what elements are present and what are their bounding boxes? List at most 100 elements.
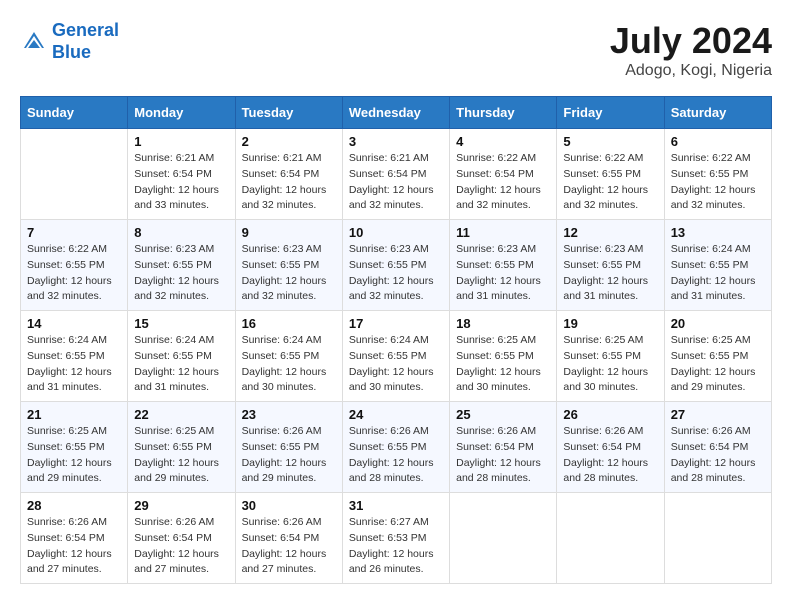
calendar-cell: 5 Sunrise: 6:22 AMSunset: 6:55 PMDaylight… (557, 129, 664, 220)
title-area: July 2024 Adogo, Kogi, Nigeria (610, 20, 772, 80)
calendar-cell: 21 Sunrise: 6:25 AMSunset: 6:55 PMDayligh… (21, 402, 128, 493)
calendar-cell: 6Sunrise: 6:22 AMSunset: 6:55 PMDaylight… (664, 129, 771, 220)
day-number: 20 (671, 316, 765, 331)
calendar-cell: 10 Sunrise: 6:23 AMSunset: 6:55 PMDayligh… (342, 220, 449, 311)
logo-text: General Blue (52, 20, 119, 63)
day-number: 28 (27, 498, 121, 513)
calendar-cell: 27Sunrise: 6:26 AMSunset: 6:54 PMDayligh… (664, 402, 771, 493)
cell-info: Sunrise: 6:26 AMSunset: 6:54 PMDaylight:… (456, 424, 550, 487)
calendar-cell: 30 Sunrise: 6:26 AMSunset: 6:54 PMDayligh… (235, 493, 342, 584)
calendar-cell: 2 Sunrise: 6:21 AMSunset: 6:54 PMDaylight… (235, 129, 342, 220)
page-container: General Blue July 2024 Adogo, Kogi, Nige… (20, 20, 772, 584)
calendar-cell (557, 493, 664, 584)
cell-info: Sunrise: 6:22 AMSunset: 6:55 PMDaylight:… (27, 242, 121, 305)
location: Adogo, Kogi, Nigeria (610, 62, 772, 80)
day-number: 17 (349, 316, 443, 331)
logo-line1: General (52, 20, 119, 40)
weekday-header-saturday: Saturday (664, 97, 771, 129)
day-number: 11 (456, 225, 550, 240)
calendar-cell: 16 Sunrise: 6:24 AMSunset: 6:55 PMDayligh… (235, 311, 342, 402)
day-number: 12 (563, 225, 657, 240)
calendar-table: SundayMondayTuesdayWednesdayThursdayFrid… (20, 96, 772, 584)
cell-info: Sunrise: 6:26 AMSunset: 6:54 PMDaylight:… (671, 424, 765, 487)
cell-info: Sunrise: 6:26 AMSunset: 6:55 PMDaylight:… (242, 424, 336, 487)
cell-info: Sunrise: 6:23 AMSunset: 6:55 PMDaylight:… (349, 242, 443, 305)
cell-info: Sunrise: 6:25 AMSunset: 6:55 PMDaylight:… (671, 333, 765, 396)
day-number: 30 (242, 498, 336, 513)
day-number: 24 (349, 407, 443, 422)
calendar-cell: 8Sunrise: 6:23 AMSunset: 6:55 PMDaylight… (128, 220, 235, 311)
cell-info: Sunrise: 6:24 AMSunset: 6:55 PMDaylight:… (134, 333, 228, 396)
calendar-cell: 4 Sunrise: 6:22 AMSunset: 6:54 PMDaylight… (450, 129, 557, 220)
week-row-3: 14 Sunrise: 6:24 AMSunset: 6:55 PMDayligh… (21, 311, 772, 402)
weekday-header-friday: Friday (557, 97, 664, 129)
calendar-cell: 25 Sunrise: 6:26 AMSunset: 6:54 PMDayligh… (450, 402, 557, 493)
day-number: 19 (563, 316, 657, 331)
day-number: 6 (671, 134, 765, 149)
day-number: 21 (27, 407, 121, 422)
cell-info: Sunrise: 6:26 AMSunset: 6:54 PMDaylight:… (27, 515, 121, 578)
logo-icon (20, 28, 48, 56)
cell-info: Sunrise: 6:26 AMSunset: 6:54 PMDaylight:… (563, 424, 657, 487)
cell-info: Sunrise: 6:24 AMSunset: 6:55 PMDaylight:… (242, 333, 336, 396)
day-number: 4 (456, 134, 550, 149)
week-row-4: 21 Sunrise: 6:25 AMSunset: 6:55 PMDayligh… (21, 402, 772, 493)
cell-info: Sunrise: 6:25 AMSunset: 6:55 PMDaylight:… (134, 424, 228, 487)
week-row-5: 28 Sunrise: 6:26 AMSunset: 6:54 PMDayligh… (21, 493, 772, 584)
cell-info: Sunrise: 6:21 AMSunset: 6:54 PMDaylight:… (134, 151, 228, 214)
day-number: 2 (242, 134, 336, 149)
cell-info: Sunrise: 6:23 AMSunset: 6:55 PMDaylight:… (242, 242, 336, 305)
day-number: 26 (563, 407, 657, 422)
calendar-cell: 13Sunrise: 6:24 AMSunset: 6:55 PMDayligh… (664, 220, 771, 311)
calendar-cell: 24 Sunrise: 6:26 AMSunset: 6:55 PMDayligh… (342, 402, 449, 493)
day-number: 31 (349, 498, 443, 513)
cell-info: Sunrise: 6:21 AMSunset: 6:54 PMDaylight:… (349, 151, 443, 214)
cell-info: Sunrise: 6:22 AMSunset: 6:55 PMDaylight:… (563, 151, 657, 214)
cell-info: Sunrise: 6:24 AMSunset: 6:55 PMDaylight:… (671, 242, 765, 305)
day-number: 8 (134, 225, 228, 240)
cell-info: Sunrise: 6:27 AMSunset: 6:53 PMDaylight:… (349, 515, 443, 578)
day-number: 3 (349, 134, 443, 149)
calendar-cell: 19 Sunrise: 6:25 AMSunset: 6:55 PMDayligh… (557, 311, 664, 402)
cell-info: Sunrise: 6:21 AMSunset: 6:54 PMDaylight:… (242, 151, 336, 214)
cell-info: Sunrise: 6:24 AMSunset: 6:55 PMDaylight:… (349, 333, 443, 396)
day-number: 15 (134, 316, 228, 331)
day-number: 18 (456, 316, 550, 331)
calendar-cell: 28 Sunrise: 6:26 AMSunset: 6:54 PMDayligh… (21, 493, 128, 584)
cell-info: Sunrise: 6:26 AMSunset: 6:54 PMDaylight:… (242, 515, 336, 578)
calendar-cell: 20 Sunrise: 6:25 AMSunset: 6:55 PMDayligh… (664, 311, 771, 402)
calendar-cell: 14Sunrise: 6:24 AMSunset: 6:55 PMDayligh… (21, 311, 128, 402)
calendar-cell (21, 129, 128, 220)
weekday-header-tuesday: Tuesday (235, 97, 342, 129)
cell-info: Sunrise: 6:26 AMSunset: 6:55 PMDaylight:… (349, 424, 443, 487)
day-number: 16 (242, 316, 336, 331)
day-number: 9 (242, 225, 336, 240)
calendar-cell: 7Sunrise: 6:22 AMSunset: 6:55 PMDaylight… (21, 220, 128, 311)
calendar-cell: 9 Sunrise: 6:23 AMSunset: 6:55 PMDaylight… (235, 220, 342, 311)
calendar-cell (450, 493, 557, 584)
cell-info: Sunrise: 6:22 AMSunset: 6:54 PMDaylight:… (456, 151, 550, 214)
calendar-cell: 23 Sunrise: 6:26 AMSunset: 6:55 PMDayligh… (235, 402, 342, 493)
cell-info: Sunrise: 6:23 AMSunset: 6:55 PMDaylight:… (563, 242, 657, 305)
logo: General Blue (20, 20, 119, 63)
day-number: 14 (27, 316, 121, 331)
day-number: 25 (456, 407, 550, 422)
cell-info: Sunrise: 6:26 AMSunset: 6:54 PMDaylight:… (134, 515, 228, 578)
day-number: 10 (349, 225, 443, 240)
cell-info: Sunrise: 6:25 AMSunset: 6:55 PMDaylight:… (27, 424, 121, 487)
week-row-2: 7Sunrise: 6:22 AMSunset: 6:55 PMDaylight… (21, 220, 772, 311)
day-number: 23 (242, 407, 336, 422)
weekday-header-monday: Monday (128, 97, 235, 129)
weekday-header-wednesday: Wednesday (342, 97, 449, 129)
calendar-cell (664, 493, 771, 584)
day-number: 5 (563, 134, 657, 149)
logo-line2: Blue (52, 42, 91, 62)
month-year: July 2024 (610, 20, 772, 62)
cell-info: Sunrise: 6:25 AMSunset: 6:55 PMDaylight:… (456, 333, 550, 396)
calendar-cell: 3 Sunrise: 6:21 AMSunset: 6:54 PMDaylight… (342, 129, 449, 220)
cell-info: Sunrise: 6:23 AMSunset: 6:55 PMDaylight:… (456, 242, 550, 305)
day-number: 22 (134, 407, 228, 422)
calendar-cell: 29Sunrise: 6:26 AMSunset: 6:54 PMDayligh… (128, 493, 235, 584)
cell-info: Sunrise: 6:25 AMSunset: 6:55 PMDaylight:… (563, 333, 657, 396)
calendar-cell: 22 Sunrise: 6:25 AMSunset: 6:55 PMDayligh… (128, 402, 235, 493)
